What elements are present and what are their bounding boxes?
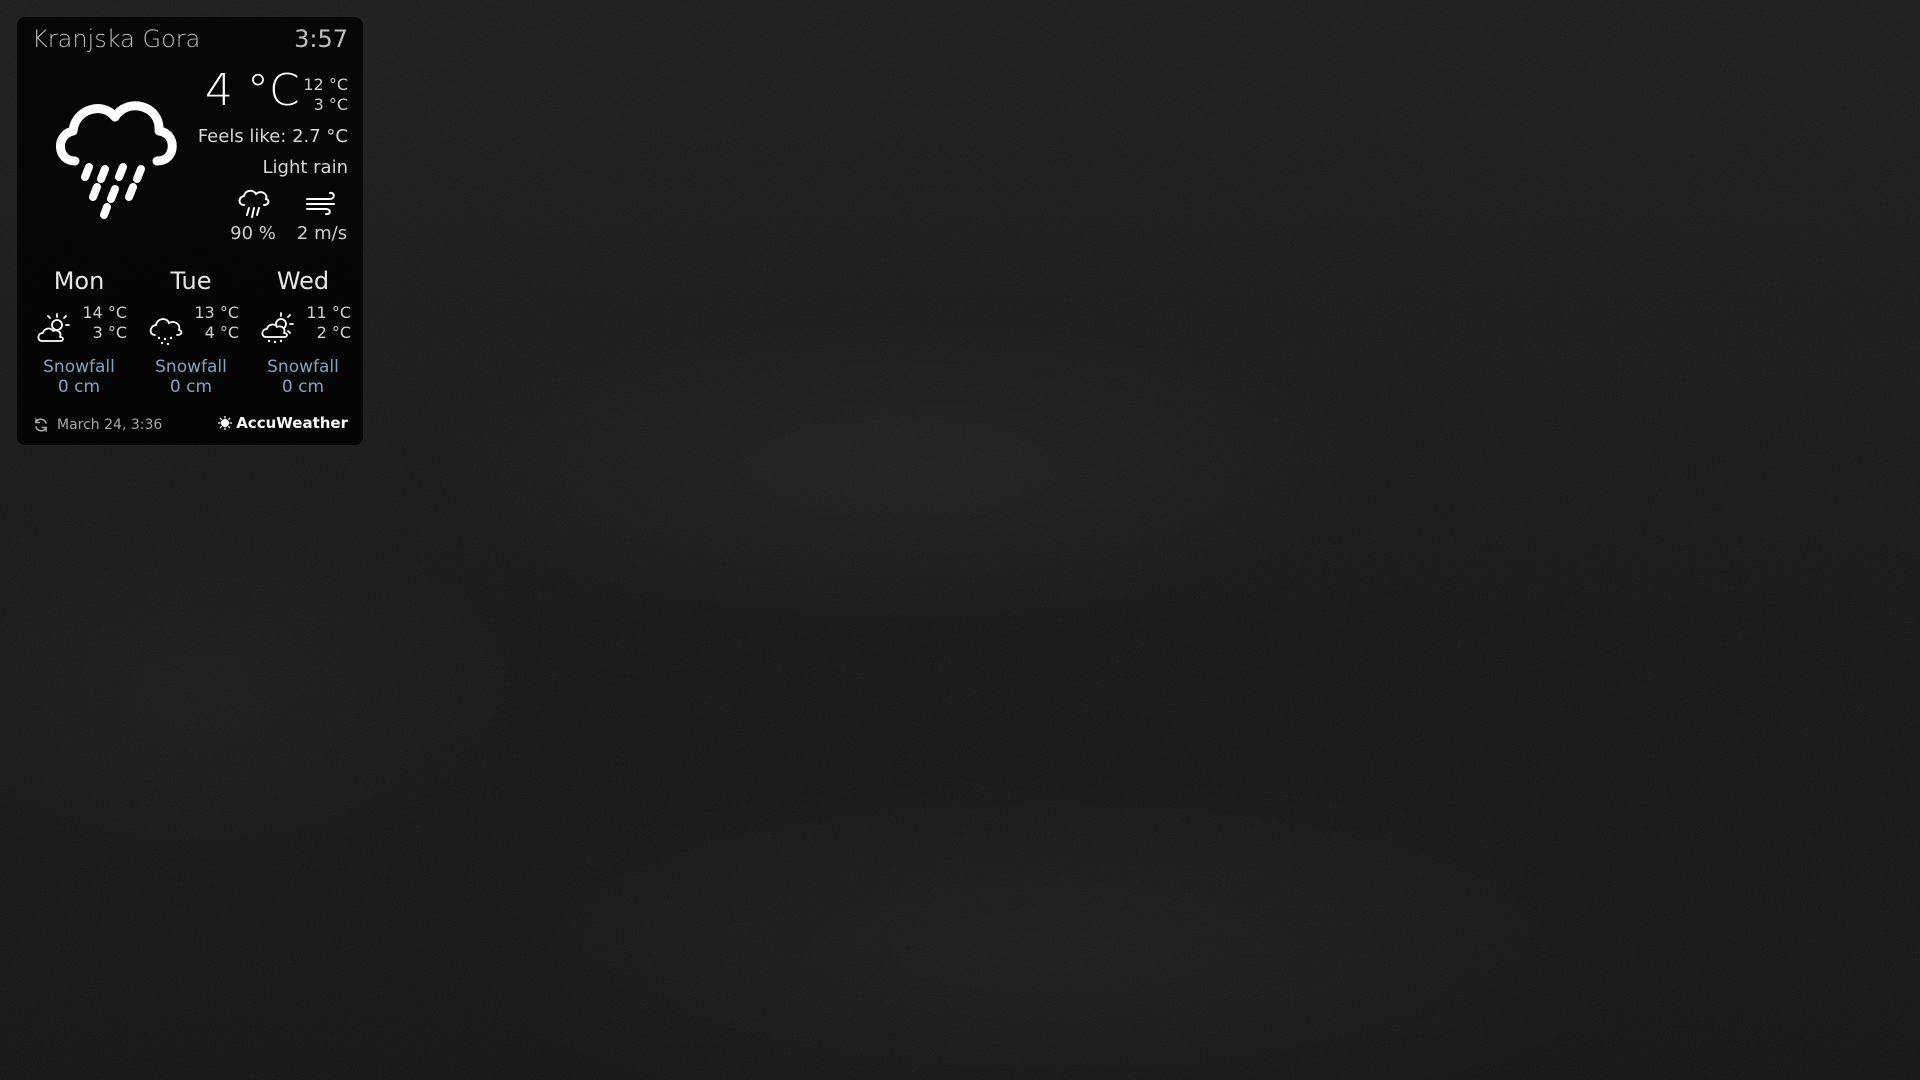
wind-metric: 2 m/s (287, 187, 357, 244)
current-time: 3:57 (294, 25, 348, 53)
last-updated-text: March 24, 3:36 (57, 417, 163, 433)
wind-value: 2 m/s (296, 223, 348, 244)
last-updated: March 24, 3:36 (33, 417, 162, 433)
partly-sunny-icon (37, 313, 70, 342)
condition-text: Light rain (262, 157, 348, 178)
snowfall-value: 0 cm (57, 377, 101, 397)
forecast-day-name: Wed (276, 267, 330, 295)
umbrella-rain-icon (238, 189, 270, 218)
forecast-high: 13 °C (194, 303, 239, 322)
forecast-high-low: 14 °C 3 °C (82, 303, 127, 343)
wind-icon (306, 191, 335, 216)
forecast-low: 4 °C (204, 323, 239, 342)
sun-showers-icon (261, 312, 294, 344)
location-name: Kranjska Gora (32, 25, 201, 53)
forecast-high: 11 °C (306, 303, 351, 322)
snowfall-value: 0 cm (169, 377, 213, 397)
current-low: 3 °C (313, 95, 348, 114)
current-high-low: 12 °C 3 °C (303, 75, 348, 115)
cloud-drizzle-icon (149, 318, 183, 346)
forecast-high-low: 13 °C 4 °C (194, 303, 239, 343)
refresh-icon[interactable] (33, 417, 49, 433)
weather-widget: Kranjska Gora 3:57 4 °C 12 °C 3 °C Feels… (17, 17, 363, 445)
forecast-low: 3 °C (92, 323, 127, 342)
forecast-day-mon: Mon 14 °C 3 °C Snowfall 0 cm (29, 267, 141, 417)
precipitation-value: 90 % (230, 223, 276, 244)
accuweather-logo[interactable]: AccuWeather (218, 414, 348, 432)
forecast-low: 2 °C (316, 323, 351, 342)
current-high: 12 °C (303, 75, 348, 94)
brand-name: AccuWeather (236, 414, 348, 432)
forecast-day-wed: Wed 11 °C 2 °C Snowfall 0 cm (253, 267, 365, 417)
forecast-row: Mon 14 °C 3 °C Snowfall 0 cm Tue 13 °C 4… (29, 267, 365, 417)
snowfall-label: Snowfall (155, 357, 227, 377)
forecast-high: 14 °C (82, 303, 127, 322)
precipitation-metric: 90 % (218, 187, 288, 244)
snowfall-label: Snowfall (267, 357, 339, 377)
current-temperature: 4 °C (205, 65, 300, 116)
forecast-day-name: Tue (170, 267, 212, 295)
forecast-day-name: Mon (53, 267, 105, 295)
feels-like: Feels like: 2.7 °C (197, 126, 348, 147)
snowfall-label: Snowfall (43, 357, 115, 377)
forecast-day-tue: Tue 13 °C 4 °C Snowfall 0 cm (141, 267, 253, 417)
snowfall-value: 0 cm (281, 377, 325, 397)
sun-logo-icon (218, 416, 233, 430)
cloud-rain-icon (56, 101, 177, 219)
forecast-high-low: 11 °C 2 °C (306, 303, 351, 343)
